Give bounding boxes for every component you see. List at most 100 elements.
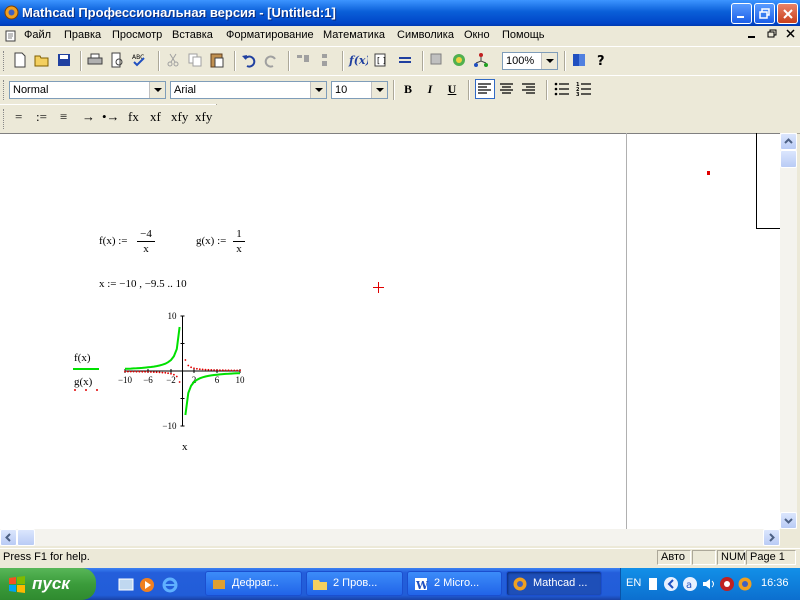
- print-preview-button[interactable]: [108, 51, 128, 71]
- chevron-down-icon[interactable]: [371, 82, 387, 98]
- menu-insert[interactable]: Вставка: [172, 29, 213, 41]
- eval-define-button[interactable]: :=: [36, 109, 47, 125]
- task-explorer[interactable]: 2 Пров...: [306, 571, 403, 596]
- undo-button[interactable]: [240, 51, 260, 71]
- xy-plot[interactable]: −10 −6 −2 2 6 1010−10: [110, 308, 260, 458]
- f-definition[interactable]: f(x) :=: [99, 235, 128, 247]
- scroll-up-button[interactable]: [780, 133, 797, 150]
- eval-symbolic-button[interactable]: →: [82, 109, 95, 125]
- scroll-left-button[interactable]: [0, 529, 17, 546]
- font-size-select[interactable]: 10: [331, 81, 388, 99]
- tray-app-icon[interactable]: [737, 576, 753, 592]
- style-select[interactable]: Normal: [9, 81, 166, 99]
- calculate-button[interactable]: [396, 51, 416, 71]
- start-button[interactable]: пуск: [0, 568, 96, 600]
- chevron-down-icon[interactable]: [149, 82, 165, 98]
- show-desktop-icon[interactable]: [118, 577, 134, 593]
- align-down-button[interactable]: [316, 51, 336, 71]
- series-g-point: [216, 369, 218, 371]
- insert-unit-button[interactable]: [ ]: [372, 51, 392, 71]
- eval-treefix-button[interactable]: xfy: [195, 109, 212, 125]
- doc-minimize-button[interactable]: [745, 29, 759, 42]
- scroll-thumb[interactable]: [780, 150, 797, 168]
- restore-button[interactable]: [754, 3, 775, 24]
- g-definition[interactable]: g(x) :=: [196, 235, 226, 247]
- zoom-select[interactable]: 100%: [502, 52, 558, 70]
- series-g-point: [233, 369, 236, 372]
- task-word[interactable]: W 2 Micro...: [407, 571, 502, 596]
- scroll-right-button[interactable]: [763, 529, 780, 546]
- minimize-button[interactable]: [731, 3, 752, 24]
- floppy-disk-icon: [58, 54, 70, 66]
- menu-edit[interactable]: Правка: [64, 29, 101, 41]
- back-arrow-icon[interactable]: [663, 576, 679, 592]
- menu-math[interactable]: Математика: [323, 29, 385, 41]
- menu-help[interactable]: Помощь: [502, 29, 545, 41]
- reference-tables-button[interactable]: [570, 51, 590, 71]
- plot-x-axis-label: x: [182, 441, 188, 453]
- eval-infix-button[interactable]: xfy: [171, 109, 188, 125]
- align-top-button[interactable]: [294, 51, 314, 71]
- volume-icon[interactable]: [701, 576, 717, 592]
- eval-postfix-button[interactable]: xf: [150, 109, 161, 125]
- chevron-down-icon[interactable]: [541, 53, 557, 69]
- language-indicator[interactable]: EN: [626, 577, 641, 589]
- task-defrag[interactable]: Дефраг...: [205, 571, 302, 596]
- toolbar-grip[interactable]: [3, 109, 7, 129]
- spell-check-button[interactable]: ABC: [130, 51, 150, 71]
- toolbar-grip[interactable]: [3, 51, 7, 71]
- title-bar[interactable]: Mathcad Профессиональная версия - [Untit…: [0, 0, 800, 26]
- keyboard-layout-icon[interactable]: [648, 577, 658, 591]
- open-button[interactable]: [33, 51, 53, 71]
- close-button[interactable]: [777, 3, 798, 24]
- print-button[interactable]: [86, 51, 106, 71]
- align-center-button[interactable]: [497, 79, 517, 99]
- range-definition[interactable]: x := −10 , −9.5 .. 10: [99, 278, 187, 290]
- doc-close-button[interactable]: [784, 29, 798, 42]
- underline-button[interactable]: U: [442, 79, 462, 99]
- eval-equals-button[interactable]: =: [15, 109, 22, 125]
- menu-window[interactable]: Окно: [464, 29, 490, 41]
- italic-button[interactable]: I: [420, 79, 440, 99]
- resource-center-button[interactable]: [450, 51, 470, 71]
- horizontal-scrollbar[interactable]: [0, 529, 780, 546]
- cut-button[interactable]: [164, 51, 184, 71]
- align-right-button[interactable]: [519, 79, 539, 99]
- status-calc-mode[interactable]: Авто: [657, 550, 691, 565]
- menu-view[interactable]: Просмотр: [112, 29, 162, 41]
- bullets-button[interactable]: [552, 79, 572, 99]
- task-mathcad[interactable]: Mathcad ...: [506, 571, 602, 596]
- eval-keyword-symbolic-button[interactable]: •→: [102, 109, 120, 125]
- bold-button[interactable]: B: [398, 79, 418, 99]
- scroll-down-button[interactable]: [780, 512, 797, 529]
- scroll-thumb[interactable]: [17, 529, 35, 546]
- numbering-button[interactable]: 123: [574, 79, 594, 99]
- menu-file[interactable]: Файл: [24, 29, 51, 41]
- redo-button[interactable]: [262, 51, 282, 71]
- network-icon[interactable]: a: [682, 576, 698, 592]
- new-button[interactable]: [11, 51, 31, 71]
- scissors-icon: [167, 53, 179, 67]
- save-button[interactable]: [55, 51, 75, 71]
- document-icon[interactable]: [5, 30, 17, 42]
- menu-symbolics[interactable]: Символика: [397, 29, 454, 41]
- doc-restore-button[interactable]: [765, 29, 779, 42]
- component-button[interactable]: [428, 51, 448, 71]
- eval-prefix-button[interactable]: fx: [128, 109, 139, 125]
- copy-button[interactable]: [186, 51, 206, 71]
- media-player-icon[interactable]: [139, 577, 155, 593]
- tree-button[interactable]: [472, 51, 492, 71]
- align-left-button[interactable]: [475, 79, 495, 99]
- vertical-scrollbar[interactable]: [780, 133, 797, 529]
- toolbar-grip[interactable]: [3, 80, 7, 100]
- menu-format[interactable]: Форматирование: [226, 29, 314, 41]
- help-button[interactable]: ?: [592, 51, 612, 71]
- eval-global-define-button[interactable]: ≡: [60, 109, 67, 125]
- insert-function-button[interactable]: f(x): [348, 51, 371, 71]
- antivirus-icon[interactable]: [719, 576, 735, 592]
- internet-explorer-icon[interactable]: [162, 577, 178, 593]
- paste-button[interactable]: [208, 51, 228, 71]
- series-g-point: [219, 369, 221, 372]
- chevron-down-icon[interactable]: [310, 82, 326, 98]
- font-select[interactable]: Arial: [170, 81, 327, 99]
